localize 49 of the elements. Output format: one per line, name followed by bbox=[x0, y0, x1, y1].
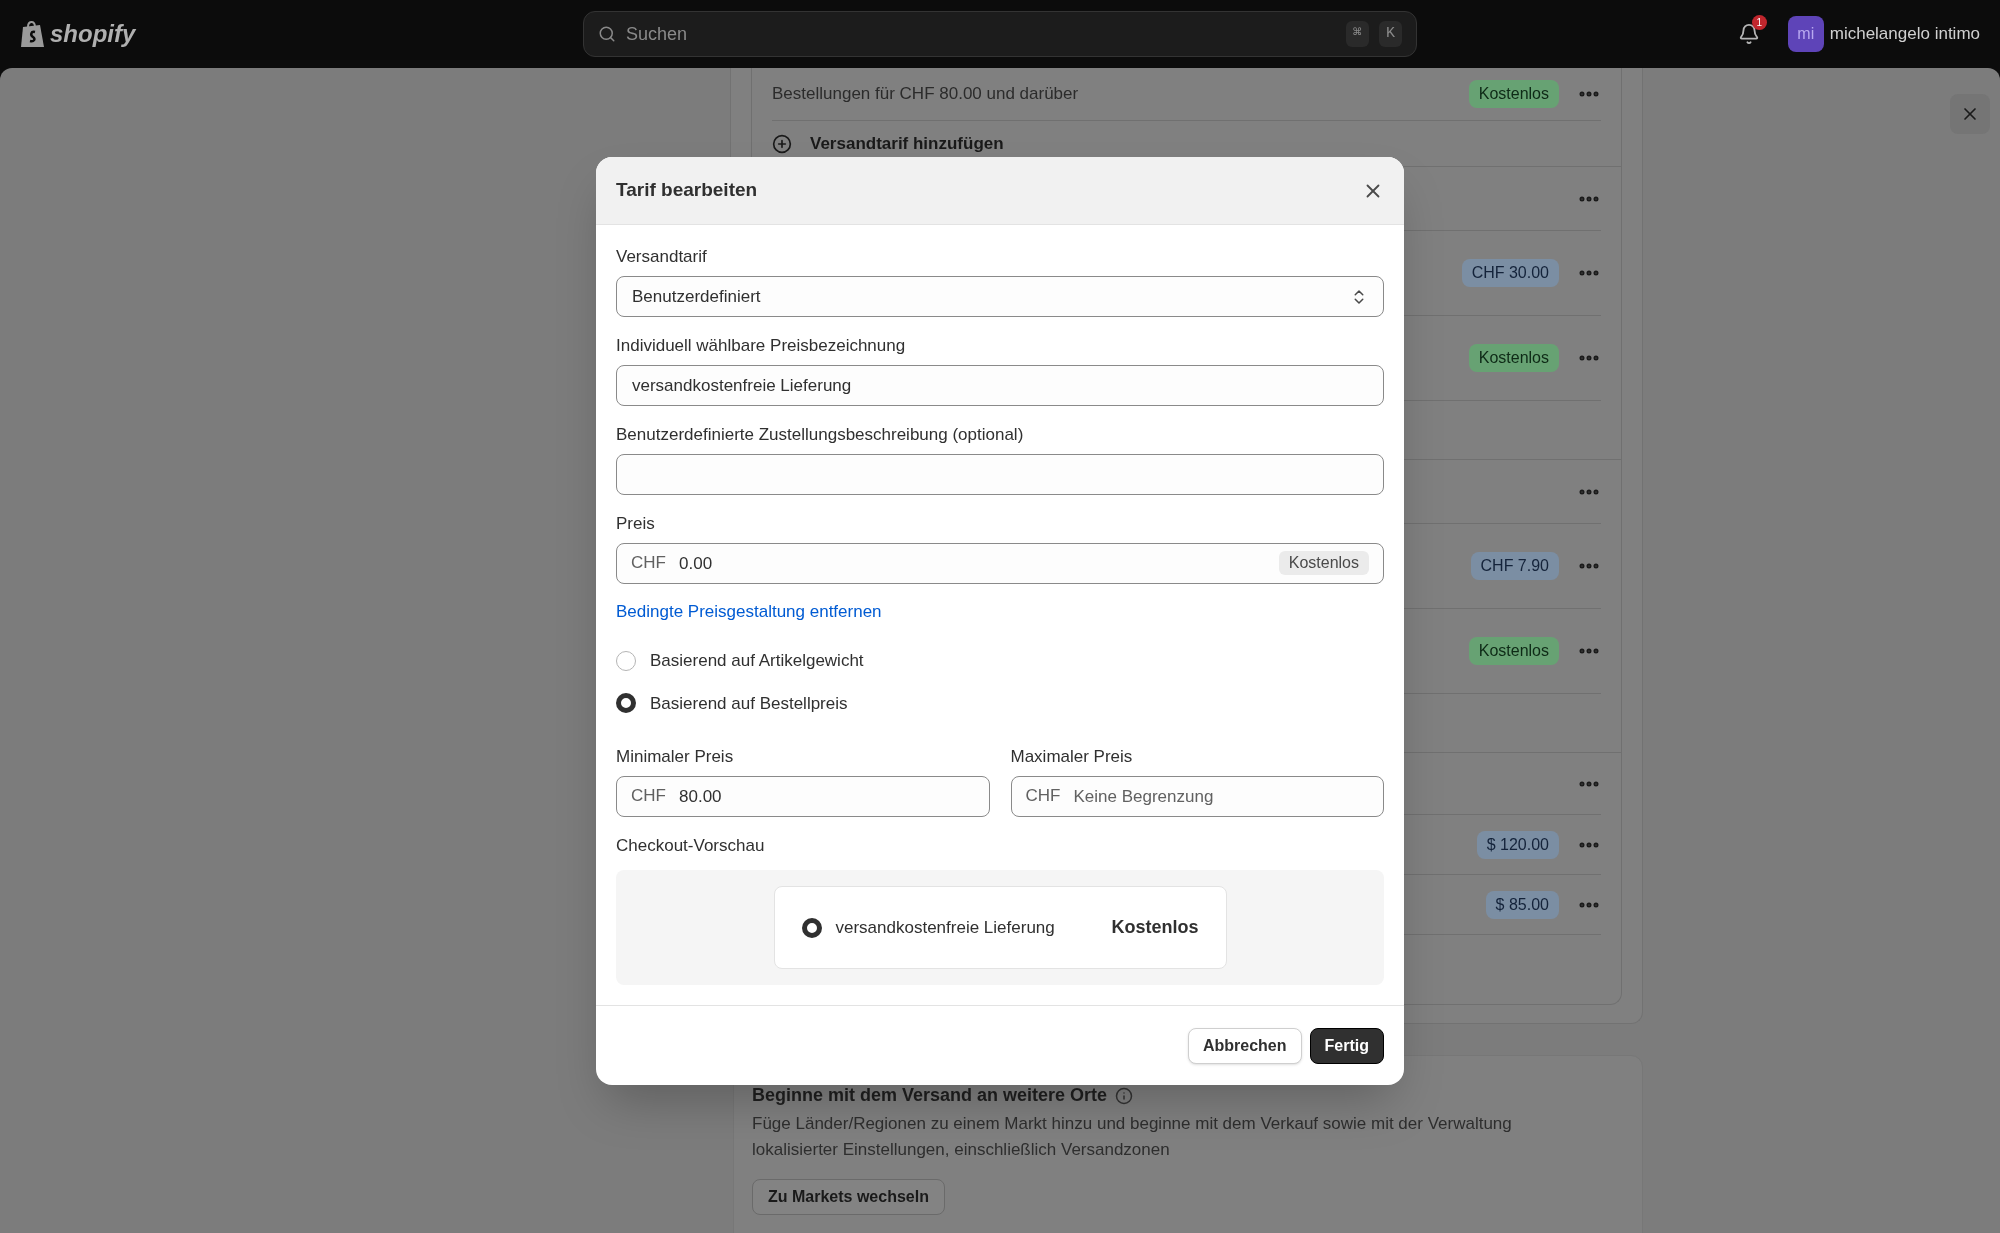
card-description: Füge Länder/Regionen zu einem Markt hinzu und beginne mit dem Verkauf sowie mit der Verwaltung lokalisierter Einstellungen, einschließlich Versandzonen bbox=[752, 1113, 1513, 1161]
price-badge: Kostenlos bbox=[1468, 637, 1559, 665]
shopping-bag-icon bbox=[20, 19, 46, 49]
close-button[interactable] bbox=[1950, 94, 1990, 134]
radio-label[interactable]: Basierend auf Bestellpreis bbox=[650, 690, 848, 716]
search-field[interactable]: Suchen ⌘ K bbox=[583, 11, 1417, 57]
radio-label[interactable]: Basierend auf Artikelgewicht bbox=[650, 648, 864, 674]
logo-text[interactable]: shopify bbox=[50, 16, 136, 52]
markets-button[interactable]: Zu Markets wechseln bbox=[752, 1179, 945, 1215]
price-badge: $ 85.00 bbox=[1485, 890, 1559, 919]
field-label: Versandtarif bbox=[616, 247, 708, 267]
price-badge: Kostenlos bbox=[1468, 80, 1559, 108]
radio-button[interactable] bbox=[616, 650, 636, 671]
rate-select[interactable]: Benutzerdefiniert bbox=[616, 276, 1384, 317]
price-name-field[interactable]: versandkostenfreie Lieferung bbox=[616, 365, 1384, 406]
shortcut-key: K bbox=[1379, 20, 1402, 48]
rate-condition: Bestellungen für CHF 80.00 und darüber bbox=[772, 83, 1079, 106]
search-input[interactable]: Suchen bbox=[626, 20, 1336, 48]
field-label: Minimaler Preis bbox=[616, 747, 735, 767]
shortcut-key: ⌘ bbox=[1345, 20, 1369, 48]
search-icon bbox=[598, 25, 616, 43]
field-label: Checkout-Vorschau bbox=[616, 836, 766, 856]
card-title: Beginne mit dem Versand an weitere Orte bbox=[752, 1084, 1108, 1107]
user-name[interactable]: michelangelo intimo bbox=[1829, 21, 1980, 47]
notification-count: 1 bbox=[1751, 15, 1767, 30]
price-badge: Kostenlos bbox=[1468, 344, 1559, 372]
price-badge: CHF 30.00 bbox=[1461, 259, 1559, 287]
radio-button[interactable] bbox=[801, 917, 822, 938]
currency-prefix: CHF bbox=[631, 553, 666, 573]
free-badge: Kostenlos bbox=[1278, 551, 1369, 575]
description-field[interactable] bbox=[616, 454, 1384, 495]
option-name: versandkostenfreie Lieferung bbox=[835, 916, 1056, 939]
dialog-title: Tarif bearbeiten bbox=[616, 178, 758, 203]
cancel-button[interactable]: Abbrechen bbox=[1187, 1027, 1302, 1064]
radio-button[interactable] bbox=[616, 693, 636, 714]
price-badge: CHF 7.90 bbox=[1470, 552, 1559, 580]
currency-prefix: CHF bbox=[1025, 786, 1061, 806]
currency-prefix: CHF bbox=[631, 786, 666, 806]
done-button[interactable]: Fertig bbox=[1309, 1027, 1384, 1064]
option-price: Kostenlos bbox=[1111, 916, 1199, 939]
field-label: Benutzerdefinierte Zustellungsbeschreibung (optional) bbox=[616, 425, 1025, 445]
field-label: Preis bbox=[616, 514, 656, 534]
price-badge: $ 120.00 bbox=[1476, 830, 1559, 859]
field-label: Individuell wählbare Preisbezeichnung bbox=[616, 336, 907, 356]
add-rate-link[interactable]: Versandtarif hinzufügen bbox=[810, 130, 1004, 157]
field-label: Maximaler Preis bbox=[1010, 747, 1134, 767]
remove-conditions-link[interactable]: Bedingte Preisgestaltung entfernen bbox=[616, 602, 882, 622]
add-icon bbox=[772, 133, 792, 154]
info-icon[interactable] bbox=[1115, 1086, 1134, 1105]
